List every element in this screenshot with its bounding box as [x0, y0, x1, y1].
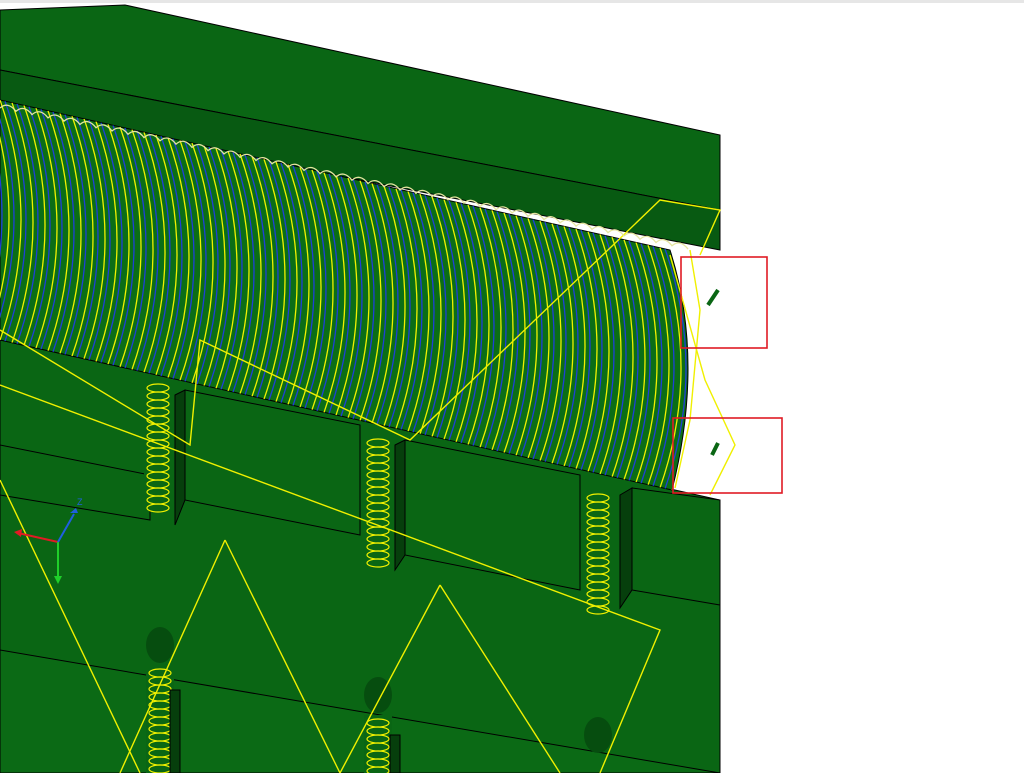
z-axis-label: Z [77, 497, 83, 507]
model-canvas[interactable]: Z [0, 0, 1024, 773]
helix-arc [689, 254, 710, 494]
edge-marks [706, 288, 720, 456]
cad-3d-viewport[interactable]: Z [0, 0, 1024, 773]
part-right-flange [631, 487, 721, 606]
